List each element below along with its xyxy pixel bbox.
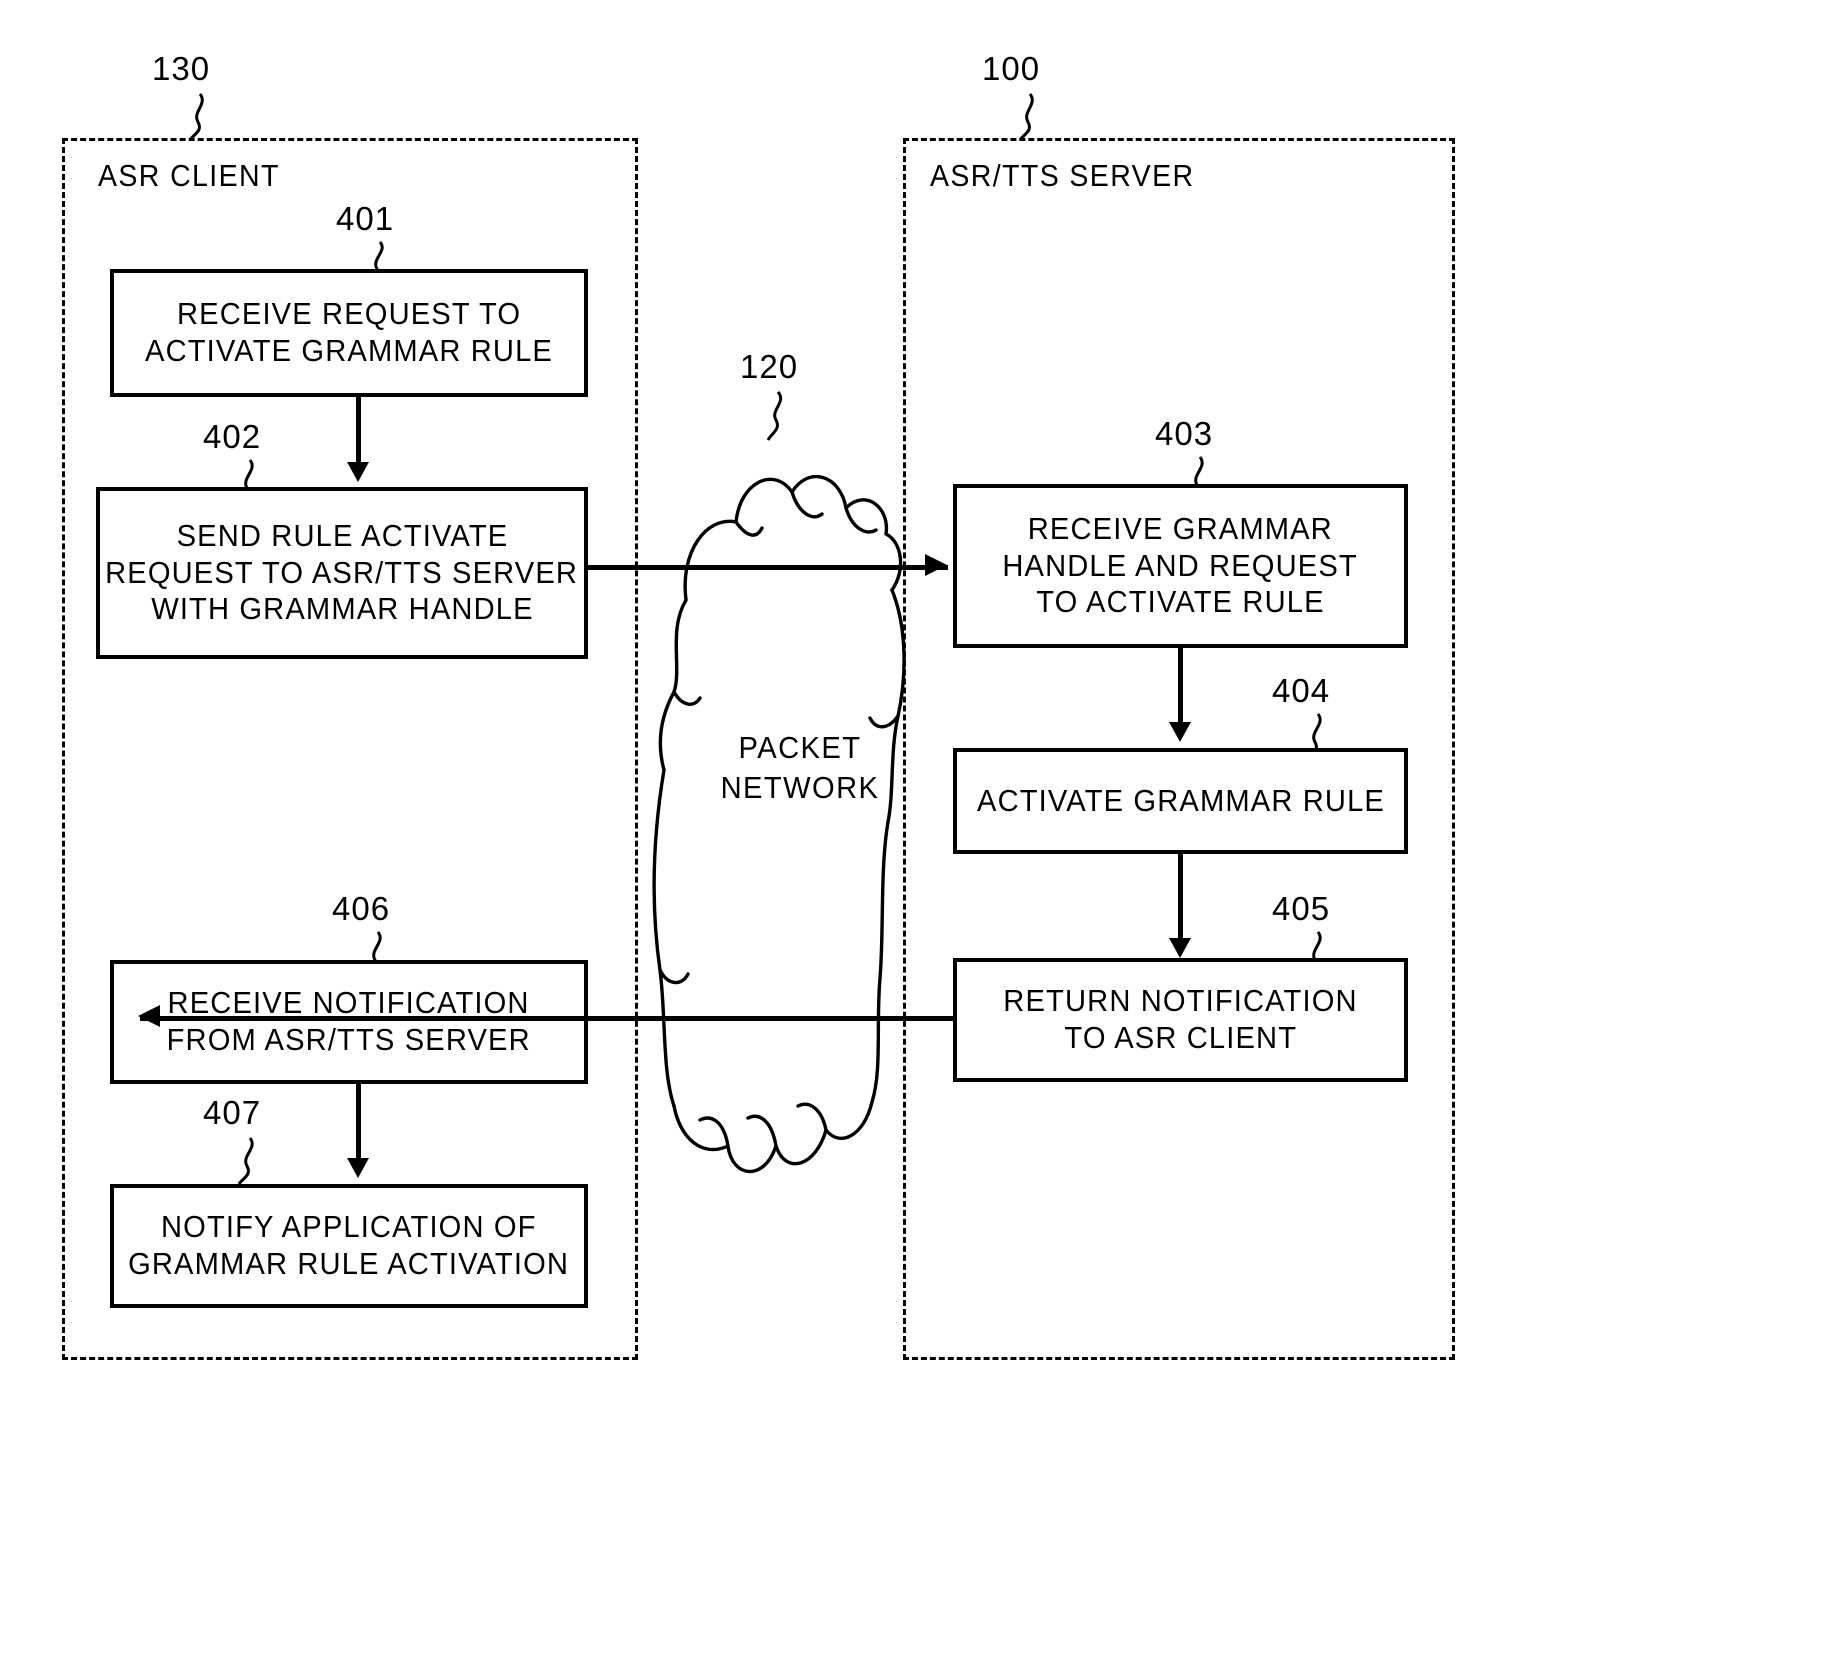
step-403-line-3: TO ACTIVATE RULE	[1036, 584, 1325, 620]
step-403-line-1: RECEIVE GRAMMAR	[1027, 511, 1334, 547]
reference-numeral-130: 130	[152, 50, 211, 87]
step-box-407: NOTIFY APPLICATION OF GRAMMAR RULE ACTIV…	[110, 1184, 588, 1308]
arrowhead-404-to-405	[1169, 938, 1191, 958]
reference-numeral-407: 407	[203, 1094, 262, 1131]
step-402-line-1: SEND RULE ACTIVATE	[176, 518, 508, 554]
step-401-line-1: RECEIVE REQUEST TO	[176, 296, 522, 332]
connector-401-to-402	[356, 397, 361, 469]
arrowhead-405-to-406	[138, 1005, 160, 1027]
arrowhead-406-to-407	[347, 1158, 369, 1178]
packet-network-label: PACKET NETWORK	[695, 728, 905, 809]
panel-title-asr-tts-server: ASR/TTS SERVER	[930, 158, 1195, 193]
reference-numeral-403: 403	[1155, 415, 1214, 452]
step-406-line-2: FROM ASR/TTS SERVER	[166, 1022, 532, 1057]
packet-network-label-line-1: PACKET	[738, 730, 862, 765]
connector-404-to-405	[1178, 854, 1183, 946]
step-407-line-1: NOTIFY APPLICATION OF	[161, 1209, 537, 1245]
leader-line-407	[237, 1137, 254, 1185]
reference-numeral-401: 401	[336, 200, 395, 237]
reference-numeral-405: 405	[1272, 890, 1331, 927]
step-box-401: RECEIVE REQUEST TO ACTIVATE GRAMMAR RULE	[110, 269, 588, 397]
connector-403-to-404	[1178, 648, 1183, 730]
packet-network-label-line-2: NETWORK	[720, 770, 880, 806]
reference-numeral-120: 120	[740, 348, 799, 385]
connector-406-to-407	[356, 1084, 361, 1166]
patent-figure-canvas: 130 ASR CLIENT 401 RECEIVE REQUEST TO AC…	[0, 0, 1836, 1679]
reference-numeral-100: 100	[982, 50, 1041, 87]
step-402-line-2: REQUEST TO ASR/TTS SERVER	[105, 554, 579, 590]
step-box-403: RECEIVE GRAMMAR HANDLE AND REQUEST TO AC…	[953, 484, 1408, 648]
arrowhead-401-to-402	[347, 462, 369, 482]
reference-numeral-406: 406	[332, 890, 391, 927]
step-402-line-3: WITH GRAMMAR HANDLE	[150, 591, 534, 627]
step-box-406: RECEIVE NOTIFICATION FROM ASR/TTS SERVER	[110, 960, 588, 1084]
panel-title-asr-client: ASR CLIENT	[98, 158, 280, 193]
packet-network-cloud	[652, 474, 906, 1174]
step-box-404: ACTIVATE GRAMMAR RULE	[953, 748, 1408, 854]
arrowhead-403-to-404	[1169, 722, 1191, 742]
step-405-line-2: TO ASR CLIENT	[1064, 1020, 1297, 1055]
leader-line-100	[1018, 93, 1034, 141]
step-box-402: SEND RULE ACTIVATE REQUEST TO ASR/TTS SE…	[96, 487, 588, 659]
step-404-line-1: ACTIVATE GRAMMAR RULE	[976, 782, 1385, 818]
step-401-line-2: ACTIVATE GRAMMAR RULE	[145, 333, 553, 368]
step-403-line-2: HANDLE AND REQUEST	[1002, 547, 1359, 583]
step-box-405: RETURN NOTIFICATION TO ASR CLIENT	[953, 958, 1408, 1082]
step-407-line-2: GRAMMAR RULE ACTIVATION	[128, 1246, 570, 1281]
reference-numeral-404: 404	[1272, 672, 1331, 709]
leader-line-130	[188, 93, 204, 141]
reference-numeral-402: 402	[203, 418, 262, 455]
step-405-line-1: RETURN NOTIFICATION	[1003, 983, 1358, 1019]
